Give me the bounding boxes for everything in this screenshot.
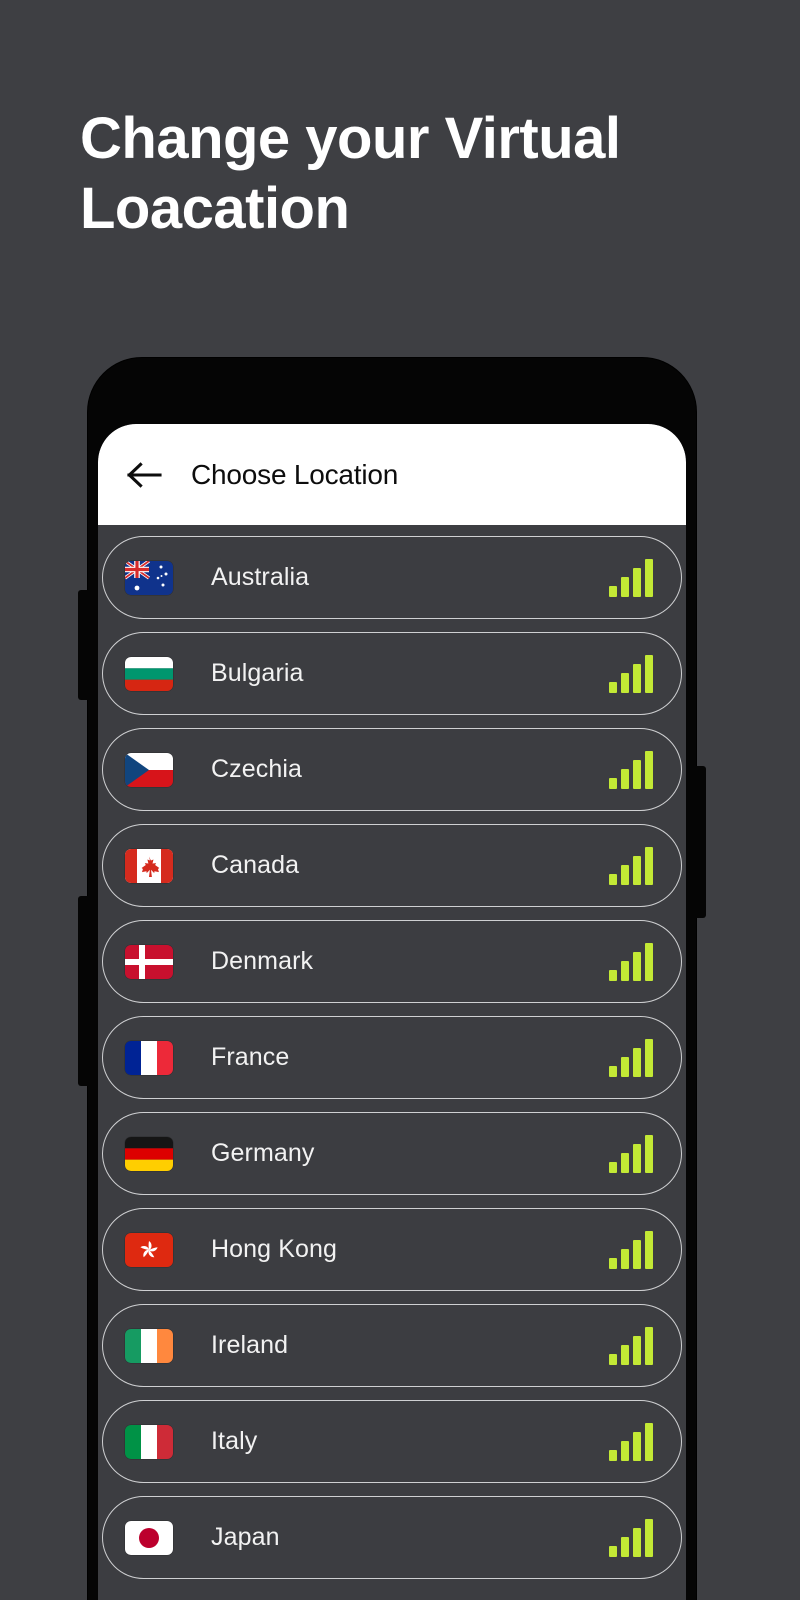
- location-name: Czechia: [211, 755, 303, 783]
- flag-icon-it: [125, 1424, 173, 1459]
- location-name: Japan: [211, 1523, 280, 1551]
- flag-icon-fr: [125, 1040, 173, 1075]
- page-title: Change your Virtual Loacation: [80, 106, 621, 242]
- location-name: Australia: [211, 563, 310, 591]
- signal-strength-icon: [609, 654, 653, 693]
- promo-screenshot: Change your Virtual Loacation Choose Loc…: [0, 0, 800, 1600]
- app-bar: Choose Location: [98, 424, 686, 525]
- location-row[interactable]: Bulgaria: [102, 632, 682, 715]
- signal-strength-icon: [609, 750, 653, 789]
- power-button[interactable]: [694, 766, 706, 918]
- flag-icon-jp: [125, 1520, 173, 1555]
- location-name: Canada: [211, 851, 300, 879]
- location-list: Australia Bulgaria Czechia Canada Denmar…: [98, 525, 686, 1579]
- location-name: Bulgaria: [211, 659, 304, 687]
- flag-icon-cz: [125, 752, 173, 787]
- phone-screen: Choose Location Australia Bulgaria Czech…: [98, 424, 686, 1600]
- flag-icon-ie: [125, 1328, 173, 1363]
- location-row[interactable]: Ireland: [102, 1304, 682, 1387]
- signal-strength-icon: [609, 558, 653, 597]
- flag-icon-hk: [125, 1232, 173, 1267]
- signal-strength-icon: [609, 1038, 653, 1077]
- flag-icon-dk: [125, 944, 173, 979]
- location-row[interactable]: Czechia: [102, 728, 682, 811]
- flag-icon-au: [125, 560, 173, 595]
- location-row[interactable]: Hong Kong: [102, 1208, 682, 1291]
- flag-icon-de: [125, 1136, 173, 1171]
- signal-strength-icon: [609, 1422, 653, 1461]
- location-row[interactable]: Germany: [102, 1112, 682, 1195]
- location-name: Denmark: [211, 947, 314, 975]
- location-row[interactable]: France: [102, 1016, 682, 1099]
- signal-strength-icon: [609, 1230, 653, 1269]
- phone-mockup: Choose Location Australia Bulgaria Czech…: [78, 358, 706, 1600]
- signal-strength-icon: [609, 942, 653, 981]
- back-button[interactable]: [125, 455, 165, 495]
- signal-strength-icon: [609, 846, 653, 885]
- app-bar-title: Choose Location: [191, 458, 399, 490]
- location-name: Hong Kong: [211, 1235, 337, 1263]
- location-name: Italy: [211, 1427, 258, 1455]
- location-name: France: [211, 1043, 290, 1071]
- signal-strength-icon: [609, 1134, 653, 1173]
- arrow-left-icon: [127, 460, 163, 490]
- flag-icon-ca: [125, 848, 173, 883]
- location-name: Germany: [211, 1139, 315, 1167]
- volume-down-button[interactable]: [78, 896, 90, 1086]
- location-name: Ireland: [211, 1331, 289, 1359]
- location-row[interactable]: Japan: [102, 1496, 682, 1579]
- flag-icon-bg: [125, 656, 173, 691]
- volume-up-button[interactable]: [78, 590, 90, 700]
- signal-strength-icon: [609, 1518, 653, 1557]
- signal-strength-icon: [609, 1326, 653, 1365]
- location-row[interactable]: Canada: [102, 824, 682, 907]
- location-row[interactable]: Denmark: [102, 920, 682, 1003]
- location-row[interactable]: Italy: [102, 1400, 682, 1483]
- location-row[interactable]: Australia: [102, 536, 682, 619]
